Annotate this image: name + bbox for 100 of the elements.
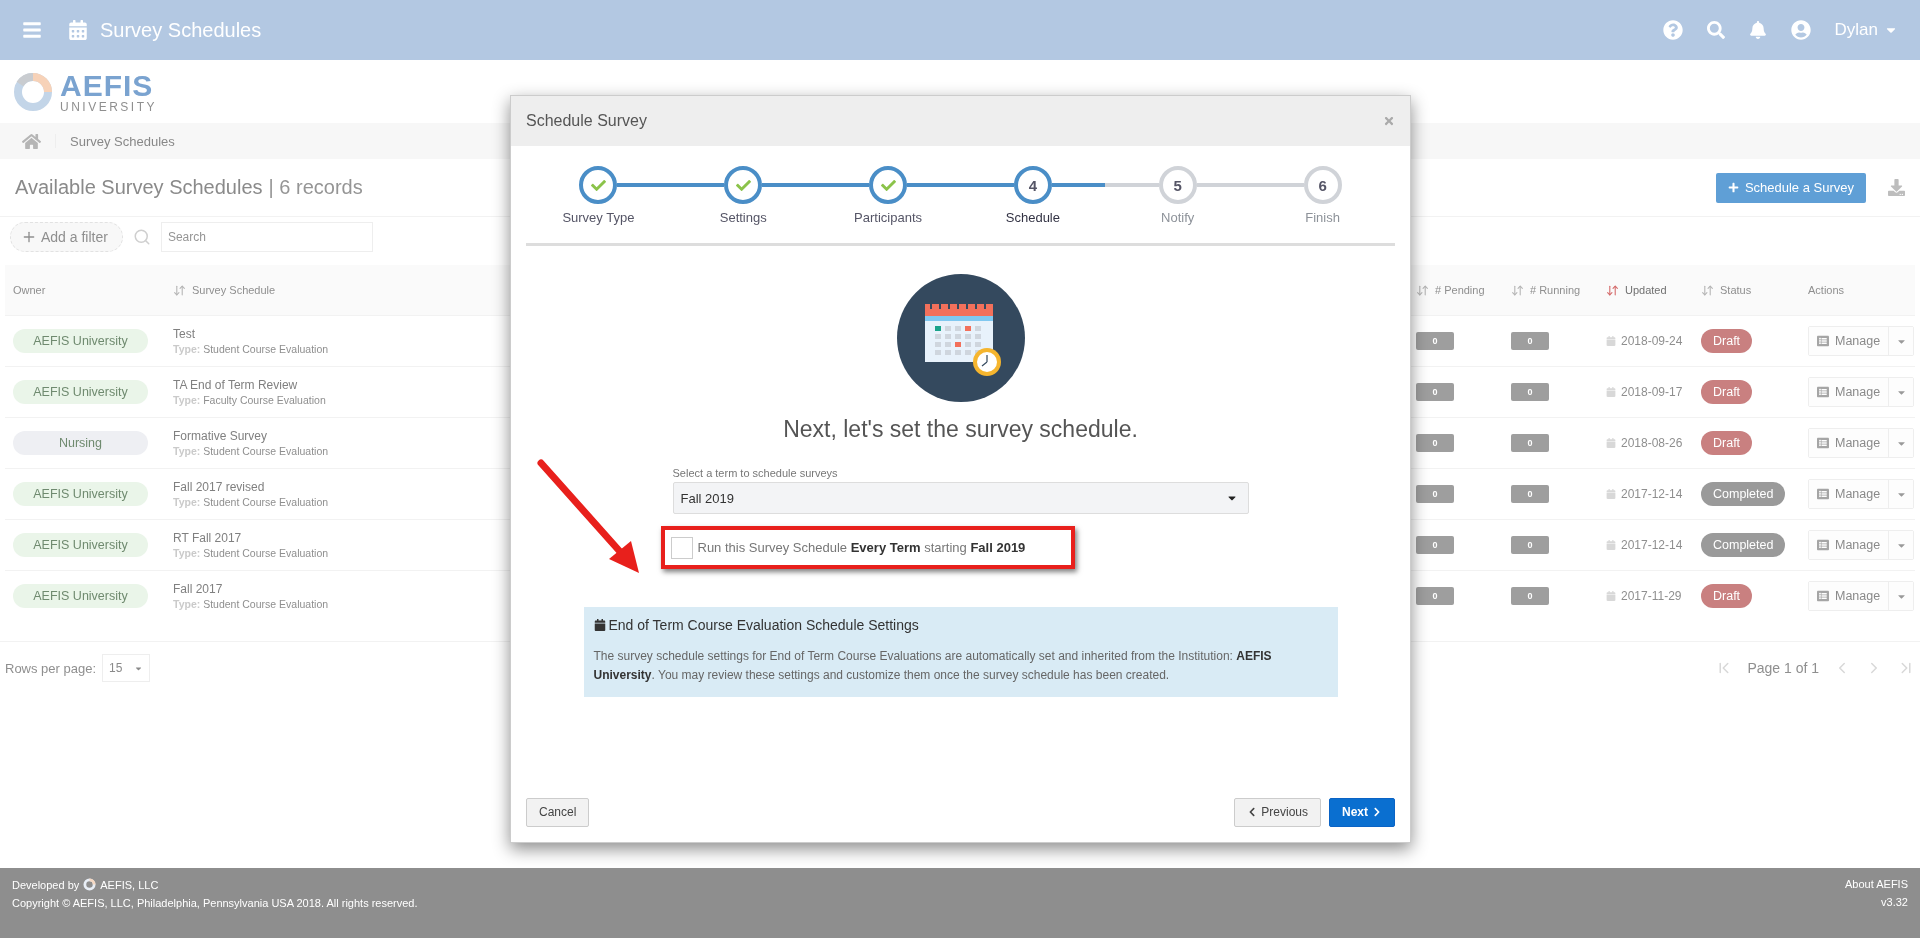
updated-date: 2018-09-24 (1621, 334, 1683, 348)
schedule-survey-button[interactable]: Schedule a Survey (1715, 172, 1866, 203)
step-circle: 4 (1013, 166, 1052, 204)
search-icon (132, 228, 151, 246)
company-link[interactable]: AEFIS, LLC (100, 878, 159, 891)
schedule-title[interactable]: Formative Survey (173, 429, 329, 443)
pending-count: 0 (1416, 485, 1454, 503)
next-button[interactable]: Next (1329, 797, 1395, 827)
column-header[interactable]: Survey Schedule (173, 283, 276, 297)
step-label: Settings (719, 210, 767, 225)
field-label: Select a term to schedule surveys (672, 467, 839, 479)
owner-tag: Nursing (13, 431, 148, 455)
menu-icon[interactable] (22, 20, 42, 40)
step-label: Finish (1305, 210, 1340, 225)
logo-icon (83, 878, 97, 891)
owner-tag: AEFIS University (13, 380, 148, 404)
column-header[interactable]: Updated (1606, 283, 1667, 297)
pending-count: 0 (1416, 536, 1454, 554)
step-label: Schedule (1005, 210, 1060, 225)
copyright-text: Copyright © AEFIS, LLC, Philadelphia, Pennsylvania USA 2018. All rights reserved. (12, 897, 418, 909)
manage-button[interactable]: Manage (1809, 480, 1890, 508)
pending-count: 0 (1416, 332, 1454, 350)
step-label: Survey Type (562, 210, 635, 225)
previous-button[interactable]: Previous (1234, 797, 1321, 827)
schedule-title[interactable]: Fall 2017 (173, 582, 329, 596)
owner-tag: AEFIS University (13, 329, 148, 353)
about-link[interactable]: About AEFIS (1845, 878, 1908, 890)
step-label: Participants (854, 210, 923, 225)
user-avatar-icon[interactable] (1790, 20, 1811, 40)
updated-date: 2017-12-14 (1621, 487, 1683, 501)
bell-icon[interactable] (1748, 21, 1767, 39)
status-badge: Completed (1701, 533, 1786, 557)
column-header[interactable]: Status (1701, 283, 1752, 297)
manage-button[interactable]: Manage (1809, 378, 1890, 406)
search-icon[interactable] (1706, 21, 1725, 39)
rows-per-page-select[interactable]: 15 (102, 654, 151, 682)
status-badge: Draft (1701, 584, 1753, 608)
schedule-title[interactable]: Test (173, 327, 329, 341)
calendar-icon (1606, 540, 1616, 550)
chevron-right-icon (1372, 807, 1382, 817)
list-icon (1817, 386, 1829, 398)
column-header: Actions (1808, 284, 1845, 296)
calendar-icon (1606, 438, 1616, 448)
running-count: 0 (1511, 536, 1549, 554)
chevron-left-icon (1247, 807, 1258, 817)
download-button[interactable] (1888, 179, 1905, 196)
developed-by-text: Developed by (12, 878, 80, 891)
sort-icon (1511, 283, 1524, 297)
step-heading: Next, let's set the survey schedule. (783, 416, 1138, 443)
check-icon (880, 177, 896, 193)
running-count: 0 (1511, 485, 1549, 503)
owner-tag: AEFIS University (13, 584, 148, 608)
sort-icon (173, 283, 186, 297)
calendar-icon (1606, 387, 1616, 397)
calendar-clock-icon (896, 274, 1025, 402)
logo-icon (12, 70, 54, 113)
updated-date: 2018-09-17 (1621, 385, 1683, 399)
checkbox-label[interactable]: Run this Survey Schedule Every Term starting Fall 2019 (697, 540, 1026, 555)
list-icon (1817, 335, 1829, 347)
owner-tag: AEFIS University (13, 533, 148, 557)
list-icon (1817, 488, 1829, 500)
cancel-button[interactable]: Cancel (526, 797, 590, 827)
help-icon[interactable] (1662, 20, 1683, 40)
status-badge: Draft (1701, 431, 1753, 455)
schedule-title[interactable]: Fall 2017 revised (173, 480, 329, 494)
manage-button[interactable]: Manage (1809, 582, 1890, 610)
calendar-icon (593, 619, 606, 631)
add-filter-button[interactable]: Add a filter (10, 222, 123, 252)
close-button[interactable] (1383, 115, 1395, 127)
schedule-title[interactable]: TA End of Term Review (173, 378, 326, 392)
manage-button[interactable]: Manage (1809, 327, 1890, 355)
dialog-title: Schedule Survey (526, 112, 647, 130)
running-count: 0 (1511, 587, 1549, 605)
pending-count: 0 (1416, 434, 1454, 452)
search-field[interactable]: Search (160, 222, 373, 252)
list-icon (1817, 590, 1829, 602)
list-icon (1817, 539, 1829, 551)
schedule-title[interactable]: RT Fall 2017 (173, 531, 329, 545)
sort-icon (1606, 283, 1619, 297)
running-count: 0 (1511, 332, 1549, 350)
step-circle: 5 (1158, 166, 1197, 204)
updated-date: 2017-12-14 (1621, 538, 1683, 552)
logo-subtitle: UNIVERSITY (60, 100, 157, 113)
record-count: | 6 records (268, 176, 363, 199)
home-icon[interactable] (22, 131, 41, 151)
manage-button[interactable]: Manage (1809, 429, 1890, 457)
app-title: Survey Schedules (100, 18, 262, 42)
list-icon (1817, 437, 1829, 449)
manage-button[interactable]: Manage (1809, 531, 1890, 559)
term-select[interactable]: Fall 2019 (672, 482, 1249, 514)
breadcrumb-item[interactable]: Survey Schedules (70, 133, 175, 149)
pending-count: 0 (1416, 587, 1454, 605)
check-icon (735, 177, 751, 193)
checkbox[interactable] (670, 536, 693, 559)
calendar-icon (1606, 591, 1616, 601)
calendar-icon (1606, 336, 1616, 346)
page-indicator: Page 1 of 1 (1747, 660, 1819, 676)
pending-count: 0 (1416, 383, 1454, 401)
plus-icon (1727, 182, 1739, 193)
column-header: Owner (13, 284, 46, 296)
